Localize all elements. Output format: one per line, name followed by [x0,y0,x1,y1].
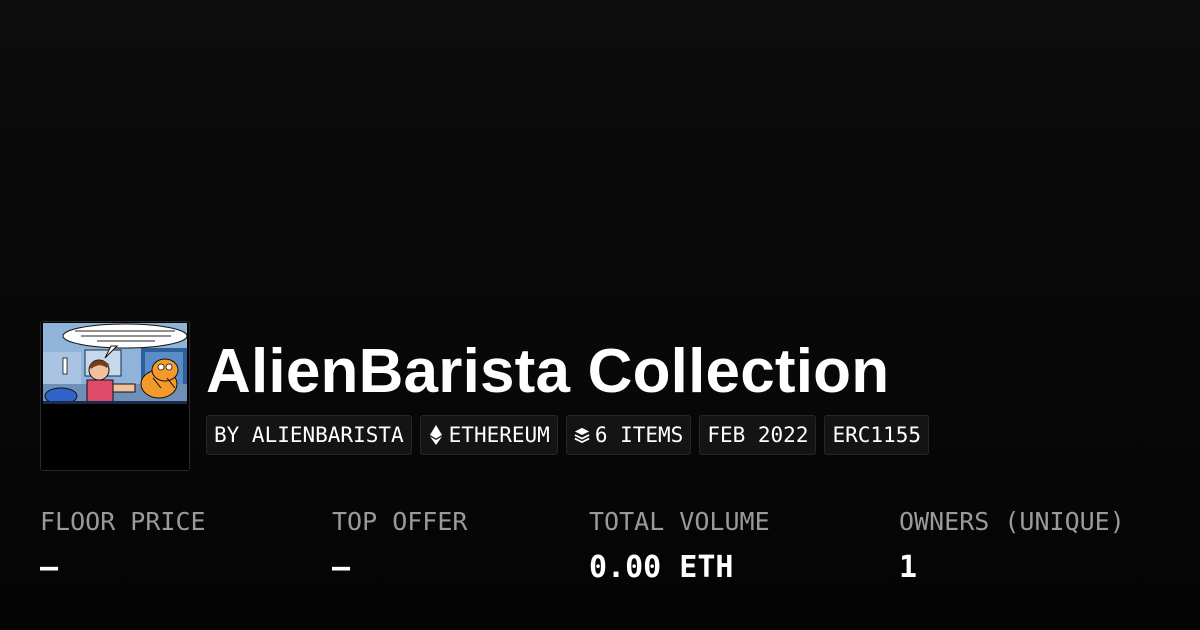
creator-tag-label: BY ALIENBARISTA [214,423,404,447]
top-offer-value: — [332,550,351,585]
token-standard-tag-label: ERC1155 [832,423,921,447]
owners-stat: OWNERS (UNIQUE) 1 [899,502,1125,592]
owners-value: 1 [899,550,918,585]
collection-thumbnail [40,321,190,471]
top-offer-label: TOP OFFER [332,507,468,536]
total-volume-stat: TOTAL VOLUME 0.00 ETH [589,502,770,592]
date-tag-label: FEB 2022 [707,423,809,447]
chain-tag-label: ETHEREUM [448,423,550,447]
layers-icon [574,424,590,446]
ethereum-icon [428,424,444,446]
floor-price-value: — [40,550,59,585]
chain-tag[interactable]: ETHEREUM [419,415,558,455]
item-count-tag-label: 6 ITEMS [594,423,684,447]
date-tag: FEB 2022 [699,415,817,455]
top-offer-stat: TOP OFFER — [332,502,467,592]
floor-price-label: FLOOR PRICE [40,507,206,536]
item-count-tag[interactable]: 6 ITEMS [565,415,692,455]
collection-share-card: { "collection": { "title": "AlienBarista… [0,0,1200,630]
collection-tags: BY ALIENBARISTA ETHEREUM 6 ITEMS FEB 202… [206,415,929,455]
owners-label: OWNERS (UNIQUE) [899,507,1125,536]
collection-stats: FLOOR PRICE — TOP OFFER — TOTAL VOLUME 0… [40,502,1180,602]
total-volume-label: TOTAL VOLUME [589,507,770,536]
floor-price-stat: FLOOR PRICE — [40,502,206,592]
collection-title: AlienBarista Collection [206,337,890,406]
token-standard-tag: ERC1155 [824,415,929,455]
creator-tag[interactable]: BY ALIENBARISTA [206,415,412,455]
comic-strip-thumbnail [41,322,189,470]
total-volume-value: 0.00 ETH [589,550,734,585]
